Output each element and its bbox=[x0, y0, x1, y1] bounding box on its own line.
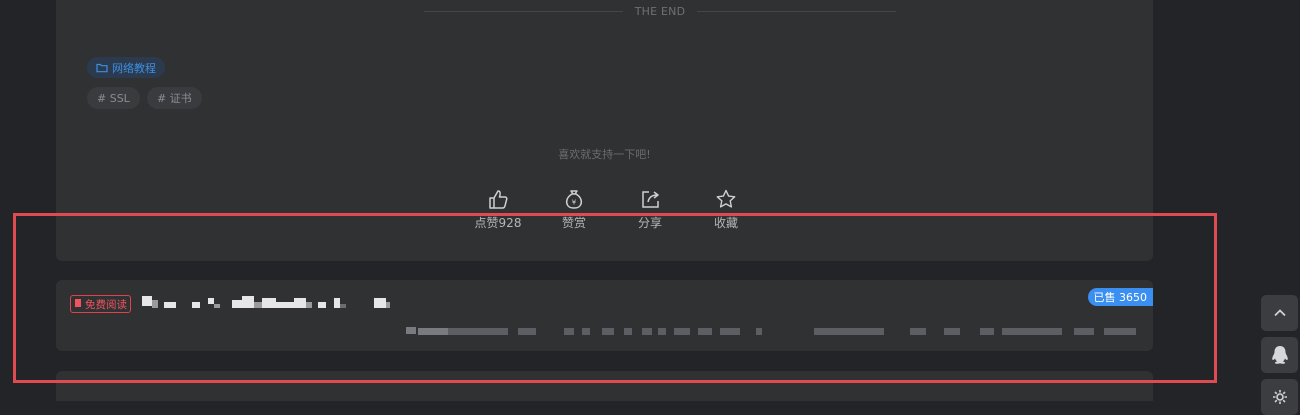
free-read-badge: 免费阅读 bbox=[70, 295, 131, 313]
qq-contact-button[interactable] bbox=[1261, 337, 1298, 373]
divider-line bbox=[424, 10, 623, 12]
free-read-label: 免费阅读 bbox=[85, 298, 127, 311]
thumbs-up-icon bbox=[487, 188, 509, 210]
folder-icon bbox=[96, 62, 108, 73]
share-icon bbox=[639, 188, 661, 210]
category-label: 网络教程 bbox=[112, 61, 156, 75]
svg-text:¥: ¥ bbox=[572, 199, 577, 207]
settings-button[interactable] bbox=[1261, 379, 1298, 415]
product-card[interactable]: 免费阅读 已售 3650 bbox=[56, 280, 1153, 351]
qq-penguin-icon bbox=[1270, 344, 1290, 366]
like-label: 点赞928 bbox=[474, 216, 522, 230]
action-bar: 点赞928 ¥ 赞赏 分享 收藏 bbox=[460, 188, 764, 231]
end-text: THE END bbox=[634, 4, 686, 18]
money-bag-icon: ¥ bbox=[563, 188, 585, 210]
chevron-up-icon bbox=[1272, 305, 1288, 321]
favorite-button[interactable]: 收藏 bbox=[688, 188, 764, 231]
article-footer-card: THE END 网络教程 # SSL # 证书 喜欢就支持一下吧! 点赞928 … bbox=[56, 0, 1153, 261]
tag-ssl[interactable]: # SSL bbox=[87, 87, 140, 109]
next-card bbox=[56, 371, 1153, 401]
tag-certificate[interactable]: # 证书 bbox=[147, 87, 202, 109]
back-to-top-button[interactable] bbox=[1261, 295, 1298, 331]
favorite-label: 收藏 bbox=[713, 216, 738, 230]
share-label: 分享 bbox=[637, 216, 662, 230]
book-icon bbox=[74, 298, 83, 311]
divider-line bbox=[697, 10, 896, 12]
star-icon bbox=[715, 188, 737, 210]
support-text: 喜欢就支持一下吧! bbox=[558, 148, 651, 161]
obscured-title[interactable] bbox=[142, 292, 422, 314]
category-link[interactable]: 网络教程 bbox=[87, 57, 165, 78]
gear-icon bbox=[1272, 389, 1288, 405]
reward-button[interactable]: ¥ 赞赏 bbox=[536, 188, 612, 231]
like-button[interactable]: 点赞928 bbox=[460, 188, 536, 231]
share-button[interactable]: 分享 bbox=[612, 188, 688, 231]
end-divider: THE END bbox=[424, 4, 896, 18]
obscured-description bbox=[406, 326, 1136, 336]
sold-count-badge: 已售 3650 bbox=[1087, 288, 1153, 306]
reward-label: 赞赏 bbox=[561, 216, 586, 230]
